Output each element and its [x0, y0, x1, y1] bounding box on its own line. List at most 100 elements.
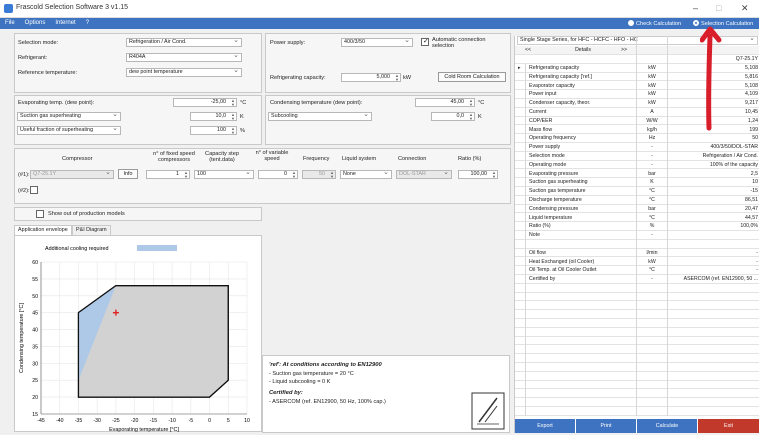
n-fixed-input[interactable]: 1 ▲ ▼	[146, 170, 190, 179]
result-name: Condensing pressure	[529, 205, 579, 212]
result-row[interactable]: Oil flow l/min -	[515, 249, 759, 258]
ref-conditions-title: 'ref': At conditions according to EN1290…	[269, 362, 382, 368]
close-button[interactable]: ✕	[741, 3, 749, 14]
x-tick-label: -40	[56, 418, 64, 424]
prev-button[interactable]: <<	[525, 46, 531, 54]
useful-fraction-input[interactable]: 100 ▲ ▼	[190, 126, 237, 135]
x-axis-label: Evaporating temperature [°C]	[109, 427, 179, 433]
check-calculation-radio[interactable]: Check Calculation	[628, 20, 681, 27]
cold-room-calculation-button[interactable]: Cold Room Calculation	[438, 72, 506, 82]
result-name: Discharge temperature	[529, 197, 582, 203]
tab-application-envelope[interactable]: Application envelope	[14, 225, 72, 235]
power-supply-select[interactable]: 400/3/50	[341, 38, 413, 47]
next-button[interactable]: >>	[621, 46, 627, 54]
result-row[interactable]: Note -	[515, 231, 759, 240]
result-row[interactable]: Suction gas superheating K 10	[515, 178, 759, 187]
result-unit: W/W	[646, 117, 658, 124]
x-tick-label: 10	[244, 418, 250, 424]
red-arrow-icon	[700, 26, 722, 131]
legend-label: Additional cooling required	[45, 246, 109, 252]
capacity-step-select[interactable]: 100	[194, 170, 254, 179]
y-axis-label: Condensing temperature [°C]	[19, 303, 25, 373]
menu-help[interactable]: ?	[81, 18, 94, 29]
y-tick-label: 25	[32, 378, 38, 384]
result-unit: °C	[649, 214, 655, 221]
evap-temp-label: Evaporating temp. (dew point):	[18, 100, 95, 106]
maximize-button[interactable]: □	[716, 3, 721, 13]
x-tick-label: -25	[112, 418, 120, 424]
y-tick-label: 30	[32, 361, 38, 367]
col-compressor: Compressor	[62, 156, 93, 162]
certified-title: Certified by:	[269, 390, 303, 396]
suction-superheat-select[interactable]: Suction gas superheating	[17, 112, 121, 121]
empty-row	[515, 310, 759, 319]
result-row[interactable]: Condensing pressure bar 20,47	[515, 205, 759, 214]
print-button[interactable]: Print	[576, 419, 636, 433]
useful-fraction-select[interactable]: Useful fraction of superheating	[17, 126, 121, 135]
show-out-of-production-checkbox[interactable]	[36, 210, 44, 218]
result-row[interactable]: Power supply - 400/3/50/DOL-STAR	[515, 143, 759, 152]
result-row[interactable]	[515, 240, 759, 249]
connection-select[interactable]: DOL-STAR	[396, 170, 452, 179]
tab-pi-diagram[interactable]: P&I Diagram	[72, 225, 111, 235]
legend-swatch	[137, 245, 177, 251]
reference-temp-select[interactable]: dew point temperature	[126, 68, 242, 77]
result-unit: kW	[648, 82, 656, 89]
result-value: -	[756, 249, 758, 256]
refrig-capacity-input[interactable]: 5,000 ▲ ▼	[341, 73, 401, 82]
calculate-button[interactable]: Calculate	[637, 419, 697, 433]
info-button[interactable]: Info	[118, 169, 138, 179]
subcooling-select[interactable]: Subcooling	[268, 112, 372, 121]
result-unit: kg/h	[647, 126, 657, 133]
result-unit: kW	[648, 65, 656, 71]
minimize-button[interactable]: –	[693, 3, 698, 13]
compressor-model-select[interactable]: Q7-25.1Y	[30, 170, 114, 179]
liquid-system-select[interactable]: None	[340, 170, 392, 179]
frequency-input[interactable]: 50 ▲ ▼	[302, 170, 336, 179]
auto-connection-checkbox[interactable]: ✓	[421, 38, 429, 46]
details-button[interactable]: Details	[563, 46, 603, 54]
result-name: Note	[529, 232, 540, 239]
subcooling-input[interactable]: 0,0 ▲ ▼	[431, 112, 475, 121]
cond-temp-input[interactable]: 45,00 ▲ ▼	[415, 98, 475, 107]
exit-button[interactable]: Exit	[698, 419, 759, 433]
menu-internet[interactable]: Internet	[50, 18, 80, 29]
y-tick-label: 45	[32, 311, 38, 317]
col-ratio: Ratio (%)	[458, 156, 482, 162]
asercom-logo-icon	[471, 392, 505, 430]
result-row[interactable]: Operating frequency Hz 50	[515, 134, 759, 143]
conditions-note: 'ref': At conditions according to EN1290…	[262, 355, 510, 433]
result-row[interactable]: Operating mode - 100% of the capacity	[515, 161, 759, 170]
result-row[interactable]: Selection mode - Refrigeration / Air Cond.	[515, 152, 759, 161]
result-row[interactable]: Discharge temperature °C 86,51	[515, 196, 759, 205]
y-tick-label: 15	[32, 412, 38, 418]
x-tick-label: -5	[189, 418, 194, 424]
empty-row	[515, 398, 759, 407]
ratio-input[interactable]: 100,00 ▲ ▼	[458, 170, 498, 179]
row2-checkbox[interactable]	[30, 186, 38, 194]
result-name: Liquid temperature	[529, 214, 573, 221]
result-row[interactable]: Suction gas temperature °C -15	[515, 187, 759, 196]
result-row[interactable]: Ratio (%)% 100,0%	[515, 222, 759, 231]
export-button[interactable]: Export	[515, 419, 575, 433]
evap-temp-input[interactable]: -25,00 ▲ ▼	[173, 98, 237, 107]
evap-temp-unit: °C	[240, 100, 247, 106]
result-value: 50	[752, 135, 758, 142]
result-row[interactable]: Liquid temperature °C 44,57	[515, 214, 759, 223]
result-row[interactable]: Evaporating pressure bar 2,5	[515, 170, 759, 179]
selection-mode-select[interactable]: Refrigeration / Air Cond.	[126, 38, 242, 47]
result-row[interactable]: Certified by - ASERCOM (ref. EN12900, 50 .…	[515, 275, 759, 284]
suction-superheat-input[interactable]: 10,0 ▲ ▼	[190, 112, 237, 121]
result-row[interactable]: Heat Exchanged (oil Cooler) kW -	[515, 258, 759, 267]
refrigerant-select[interactable]: R404A	[126, 53, 242, 62]
empty-row	[515, 407, 759, 416]
x-tick-label: -15	[150, 418, 158, 424]
result-name: Current	[529, 109, 547, 115]
empty-row	[515, 337, 759, 346]
menu-options[interactable]: Options	[20, 18, 51, 29]
result-row[interactable]: Oil Temp. at Oil Cooler Outlet °C -	[515, 266, 759, 275]
empty-row	[515, 284, 759, 293]
n-variable-input[interactable]: 0 ▲ ▼	[258, 170, 298, 179]
result-name: Heat Exchanged (oil Cooler)	[529, 258, 595, 265]
menu-file[interactable]: File	[0, 18, 20, 29]
